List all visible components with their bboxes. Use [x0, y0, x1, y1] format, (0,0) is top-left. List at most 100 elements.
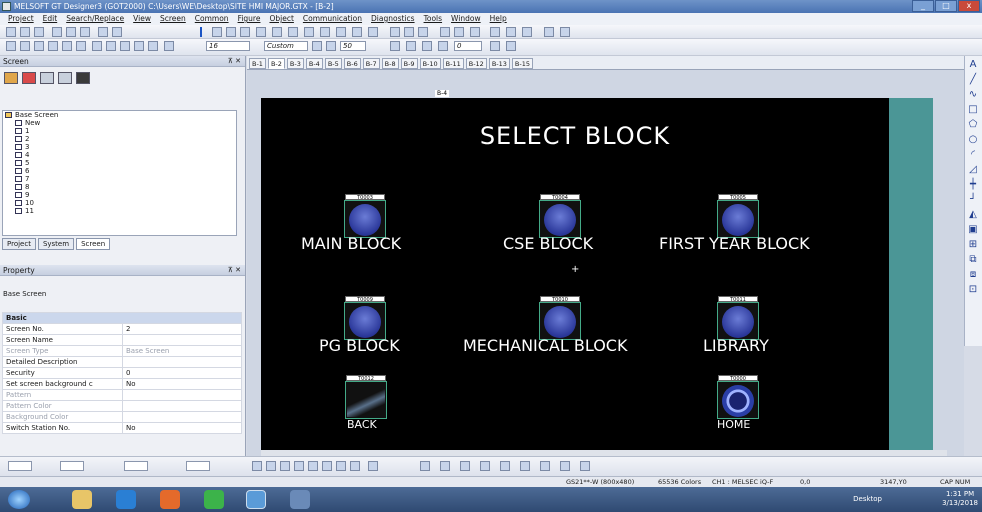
layer-icon[interactable]: [256, 27, 266, 37]
group-icon[interactable]: [48, 41, 58, 51]
paste-icon[interactable]: [80, 27, 90, 37]
property-value[interactable]: [122, 356, 242, 368]
property-value[interactable]: Base Screen: [122, 345, 242, 357]
same-size-icon[interactable]: [350, 461, 360, 471]
device-show-icon[interactable]: [422, 41, 432, 51]
pattern-color-icon[interactable]: [500, 461, 510, 471]
preview-icon[interactable]: [560, 27, 570, 37]
zoom-value-field[interactable]: 50: [340, 41, 366, 51]
copy-icon[interactable]: [66, 27, 76, 37]
cut-icon[interactable]: [52, 27, 62, 37]
screen-tab[interactable]: B-15: [511, 58, 533, 69]
tree-item[interactable]: 1: [3, 127, 236, 135]
align-middle-icon[interactable]: [308, 461, 318, 471]
menu-object[interactable]: Object: [269, 13, 293, 25]
tab-system[interactable]: System: [37, 238, 75, 250]
paint-tool-icon[interactable]: ◭: [967, 209, 979, 221]
align-top-icon[interactable]: [294, 461, 304, 471]
screen-view-icon[interactable]: [40, 72, 54, 84]
text-align-icon[interactable]: [164, 41, 174, 51]
distribute-icon[interactable]: [336, 461, 346, 471]
ungroup-icon[interactable]: [62, 41, 72, 51]
tree-item[interactable]: 9: [3, 191, 236, 199]
y-position-field[interactable]: [60, 461, 84, 471]
snap-icon[interactable]: [438, 41, 448, 51]
line-style-icon[interactable]: [134, 41, 144, 51]
menu-help[interactable]: Help: [490, 13, 507, 25]
select-icon[interactable]: [6, 41, 16, 51]
tree-item[interactable]: 3: [3, 143, 236, 151]
grid-color-icon[interactable]: [390, 41, 400, 51]
undo-icon[interactable]: [98, 27, 108, 37]
chrome-icon[interactable]: [204, 490, 224, 509]
tree-item[interactable]: 7: [3, 175, 236, 183]
font-size-field[interactable]: 16: [206, 41, 250, 51]
text-style-icon[interactable]: [580, 461, 590, 471]
pin-icon[interactable]: ⊼ ✕: [228, 56, 241, 67]
menu-project[interactable]: Project: [8, 13, 34, 25]
zoom-select[interactable]: Custom: [264, 41, 308, 51]
screen-list-icon[interactable]: [58, 72, 72, 84]
screen-image-icon[interactable]: [76, 72, 90, 84]
tab-project[interactable]: Project: [2, 238, 36, 250]
bring-front-icon[interactable]: [20, 41, 30, 51]
menu-communication[interactable]: Communication: [303, 13, 362, 25]
x-position-field[interactable]: [8, 461, 32, 471]
data-icon[interactable]: [304, 27, 314, 37]
property-row[interactable]: Set screen background c No: [2, 378, 242, 390]
piping-tool-icon[interactable]: ┘: [967, 194, 979, 206]
polyline-tool-icon[interactable]: ∿: [967, 89, 979, 101]
property-value[interactable]: [122, 334, 242, 346]
home-button[interactable]: T0000: [717, 375, 761, 421]
menu-diagnostics[interactable]: Diagnostics: [371, 13, 415, 25]
ie-browser-icon[interactable]: [116, 490, 136, 509]
save-icon[interactable]: [34, 27, 44, 37]
tree-item[interactable]: 8: [3, 183, 236, 191]
property-row[interactable]: Background Color: [2, 411, 242, 423]
object-tool-icon[interactable]: ⧈: [967, 269, 979, 281]
data-browser-icon[interactable]: [522, 27, 532, 37]
switch-tool-icon[interactable]: ⊡: [967, 284, 979, 296]
text-color-icon[interactable]: [540, 461, 550, 471]
line-type-icon[interactable]: [440, 461, 450, 471]
menu-search-replace[interactable]: Search/Replace: [66, 13, 124, 25]
align-right-icon[interactable]: [280, 461, 290, 471]
scale-tool-icon[interactable]: ┿: [967, 179, 979, 191]
comment-icon[interactable]: [320, 27, 330, 37]
screen-tab[interactable]: B-6: [343, 58, 361, 69]
monitor-icon[interactable]: [454, 27, 464, 37]
grid-icon[interactable]: [240, 27, 250, 37]
line-tool-icon[interactable]: ╱: [967, 74, 979, 86]
property-value[interactable]: [122, 400, 242, 412]
parts-icon[interactable]: [352, 27, 362, 37]
property-row[interactable]: Detailed Description: [2, 356, 242, 368]
property-row[interactable]: Screen Type Base Screen: [2, 345, 242, 357]
line-color-icon[interactable]: [120, 41, 130, 51]
align-center-icon[interactable]: [266, 461, 276, 471]
property-pin-icon[interactable]: ⊼ ✕: [228, 265, 241, 276]
arc-tool-icon[interactable]: ◜: [967, 149, 979, 161]
read-icon[interactable]: [404, 27, 414, 37]
property-value[interactable]: 2: [122, 323, 242, 335]
check-icon[interactable]: [470, 27, 480, 37]
simulator-icon[interactable]: [440, 27, 450, 37]
circle-tool-icon[interactable]: ○: [967, 134, 979, 146]
menu-edit[interactable]: Edit: [43, 13, 58, 25]
align-bottom-icon[interactable]: [322, 461, 332, 471]
property-row[interactable]: Screen No. 2: [2, 323, 242, 335]
brush-color-icon[interactable]: [480, 461, 490, 471]
height-field[interactable]: [186, 461, 210, 471]
firefox-icon[interactable]: [160, 490, 180, 509]
new-screen-icon[interactable]: [4, 72, 18, 84]
dxf-tool-icon[interactable]: ⊞: [967, 239, 979, 251]
write-icon[interactable]: [390, 27, 400, 37]
menu-common[interactable]: Common: [195, 13, 229, 25]
property-row[interactable]: Pattern: [2, 389, 242, 401]
zoom-in-icon[interactable]: [312, 41, 322, 51]
fill-color-icon[interactable]: [106, 41, 116, 51]
maximize-button[interactable]: □: [935, 0, 957, 12]
screen-tab[interactable]: B-13: [488, 58, 510, 69]
line-width-icon[interactable]: [420, 461, 430, 471]
align-left-icon[interactable]: [252, 461, 262, 471]
screen-tab[interactable]: B-1: [249, 58, 266, 69]
